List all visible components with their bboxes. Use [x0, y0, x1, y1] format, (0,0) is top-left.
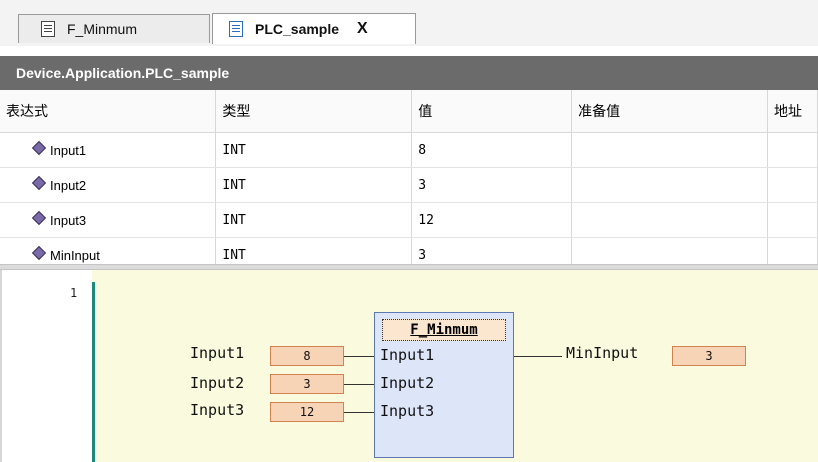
input-variable-label[interactable]: Input1 [190, 344, 244, 362]
close-icon[interactable]: X [357, 20, 368, 38]
variable-icon [31, 140, 47, 156]
cell-type: INT [215, 167, 413, 203]
cell-value: 12 [411, 202, 573, 238]
column-header-value[interactable]: 值 [411, 90, 573, 133]
variable-icon [31, 175, 47, 191]
object-path-header: Device.Application.PLC_sample [0, 56, 818, 90]
cell-address [767, 202, 818, 238]
editor-left-edge [0, 270, 2, 462]
table-row[interactable]: Input3 INT 12 [0, 202, 818, 238]
block-input-pin: Input2 [380, 374, 435, 392]
connection-line [344, 356, 374, 357]
tab-f-minmum[interactable]: F_Minmum [18, 14, 210, 43]
cell-expression: Input2 [0, 167, 217, 203]
table-row[interactable]: Input1 INT 8 [0, 132, 818, 168]
watch-table: 表达式 类型 值 准备值 地址 Input1 INT 8 Input2 INT … [0, 90, 818, 273]
block-input-pin: Input3 [380, 402, 435, 420]
online-value-box[interactable]: 3 [270, 374, 344, 394]
pou-document-icon [41, 21, 55, 37]
function-block[interactable]: F_Minmum Input1 Input2 Input3 [374, 312, 514, 458]
fbd-editor[interactable]: 1 Input1 8 Input2 3 Input3 12 F_Minmum I… [0, 270, 818, 462]
variable-icon [31, 245, 47, 261]
cell-expression: Input3 [0, 202, 217, 238]
online-value-box[interactable]: 8 [270, 346, 344, 366]
network-number: 1 [70, 286, 78, 300]
line-gutter [0, 270, 92, 462]
connection-line [344, 384, 374, 385]
column-header-prepared-value[interactable]: 准备值 [571, 90, 768, 133]
cell-address [767, 132, 818, 168]
tab-label: PLC_sample [255, 21, 340, 37]
cell-address [767, 167, 818, 203]
tab-bar: F_Minmum PLC_sample X [0, 0, 818, 46]
cell-prepared-value[interactable] [571, 132, 768, 168]
cell-type: INT [215, 202, 413, 238]
cell-prepared-value[interactable] [571, 167, 768, 203]
network-marker [92, 282, 95, 462]
cell-prepared-value[interactable] [571, 202, 768, 238]
output-variable-label[interactable]: MinInput [566, 344, 638, 362]
table-row[interactable]: Input2 INT 3 [0, 167, 818, 203]
tab-label: F_Minmum [67, 21, 138, 37]
tab-plc-sample[interactable]: PLC_sample X [212, 13, 416, 44]
column-header-type[interactable]: 类型 [215, 90, 413, 133]
online-value-box[interactable]: 12 [270, 402, 344, 422]
input-variable-label[interactable]: Input3 [190, 401, 244, 419]
block-input-pin: Input1 [380, 346, 435, 364]
column-header-address[interactable]: 地址 [767, 90, 818, 133]
cell-type: INT [215, 132, 413, 168]
program-icon [229, 21, 243, 37]
cell-value: 8 [411, 132, 573, 168]
cell-value: 3 [411, 167, 573, 203]
connection-line [514, 356, 562, 357]
input-variable-label[interactable]: Input2 [190, 374, 244, 392]
table-header-row: 表达式 类型 值 准备值 地址 [0, 90, 818, 133]
connection-line [344, 412, 374, 413]
online-value-box[interactable]: 3 [672, 346, 746, 366]
column-header-expression[interactable]: 表达式 [0, 90, 217, 133]
cell-expression: Input1 [0, 132, 217, 168]
variable-icon [31, 210, 47, 226]
function-block-name[interactable]: F_Minmum [382, 319, 506, 341]
